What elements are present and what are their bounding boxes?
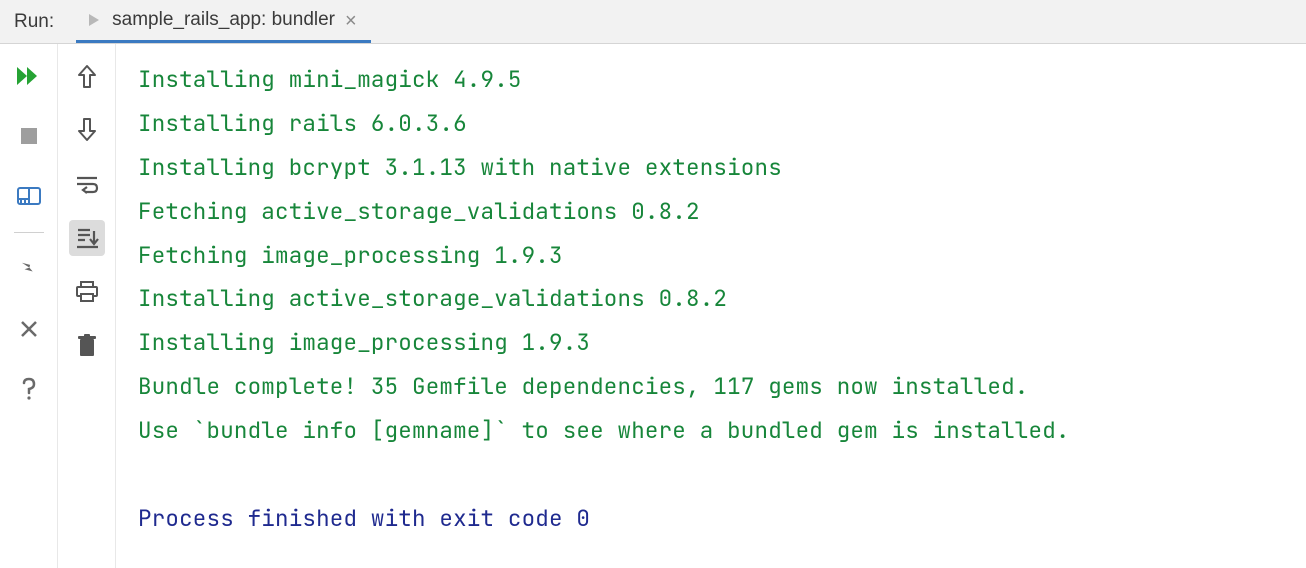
soft-wrap-icon[interactable] [69, 166, 105, 202]
run-play-icon [86, 12, 102, 28]
pin-button[interactable] [11, 251, 47, 287]
rerun-button[interactable] [11, 58, 47, 94]
console-line: Use `bundle info [gemname]` to see where… [138, 409, 1296, 453]
run-left-gutter [0, 44, 58, 568]
console-line: Installing rails 6.0.3.6 [138, 102, 1296, 146]
up-arrow-icon[interactable] [69, 58, 105, 94]
console-line: Installing active_storage_validations 0.… [138, 277, 1296, 321]
help-button[interactable] [11, 371, 47, 407]
console-line: Process finished with exit code 0 [138, 497, 1296, 541]
console-line: Fetching image_processing 1.9.3 [138, 234, 1296, 278]
run-titlebar: Run: sample_rails_app: bundler × [0, 0, 1306, 44]
run-tab[interactable]: sample_rails_app: bundler × [76, 0, 371, 43]
console-output[interactable]: Installing mini_magick 4.9.5Installing r… [116, 44, 1306, 568]
console-line: Installing bcrypt 3.1.13 with native ext… [138, 146, 1296, 190]
console-line: Installing image_processing 1.9.3 [138, 321, 1296, 365]
close-panel-button[interactable] [11, 311, 47, 347]
run-label: Run: [0, 11, 68, 33]
trash-icon[interactable] [69, 328, 105, 364]
console-line [138, 453, 1296, 497]
console-line: Bundle complete! 35 Gemfile dependencies… [138, 365, 1296, 409]
scroll-to-end-icon[interactable] [69, 220, 105, 256]
console-line: Installing mini_magick 4.9.5 [138, 58, 1296, 102]
run-body: Installing mini_magick 4.9.5Installing r… [0, 44, 1306, 568]
run-tab-title: sample_rails_app: bundler [112, 9, 335, 31]
close-tab-icon[interactable]: × [345, 11, 357, 31]
console-line: Fetching active_storage_validations 0.8.… [138, 190, 1296, 234]
print-icon[interactable] [69, 274, 105, 310]
run-right-gutter [58, 44, 116, 568]
down-arrow-icon[interactable] [69, 112, 105, 148]
gutter-divider [14, 232, 44, 233]
layout-button[interactable] [11, 178, 47, 214]
stop-button[interactable] [11, 118, 47, 154]
